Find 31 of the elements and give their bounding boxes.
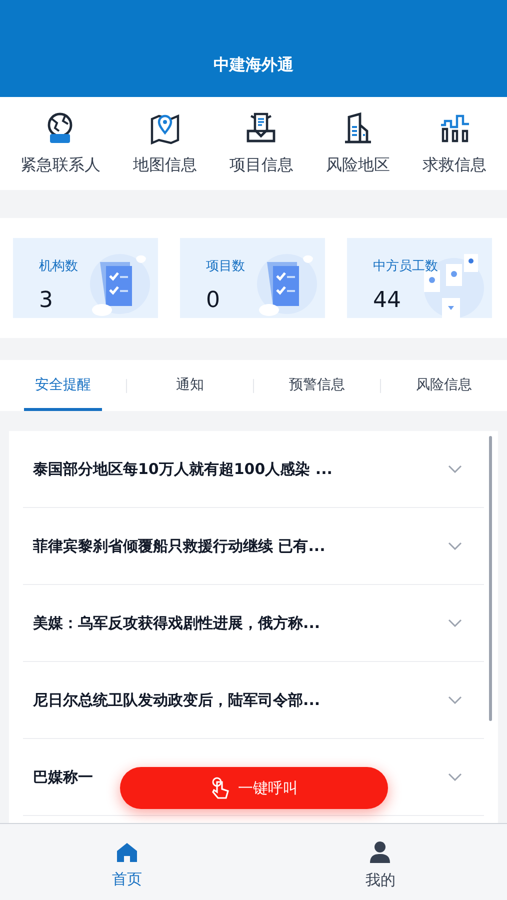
stat-label: 项目数 (206, 258, 245, 276)
nav-tab[interactable]: 首页 (0, 824, 254, 900)
news-item[interactable]: 菲律宾黎刹省倾覆船只救援行动继续 已有... (23, 508, 484, 585)
stat-label: 中方员工数 (373, 258, 438, 276)
news-title: 巴媒称一 (33, 766, 93, 788)
news-title: 菲律宾黎刹省倾覆船只救援行动继续 已有... (33, 536, 326, 557)
news-title: 美媒：乌军反攻获得戏剧性进展，俄方称... (33, 612, 320, 634)
tab[interactable]: 预警信息 (254, 360, 380, 411)
stat-card[interactable]: 项目数 0 (180, 238, 325, 318)
stat-value: 0 (206, 287, 220, 315)
stat-card[interactable]: 机构数 3 (13, 238, 158, 318)
stat-value: 3 (39, 287, 53, 315)
news-item[interactable]: 泰国部分地区每10万人就有超100人感染 ... (23, 431, 484, 508)
app-title: 中建海外通 (214, 54, 294, 76)
stat-label: 机构数 (39, 258, 78, 276)
shortcut-button[interactable]: 风险地区 (326, 110, 390, 176)
tab[interactable]: 风险信息 (381, 360, 507, 411)
stat-card[interactable]: 中方员工数 44 (347, 238, 492, 318)
shortcut-button[interactable]: 地图信息 (132, 110, 197, 176)
shortcut-button[interactable]: 求救信息 (422, 110, 487, 176)
tab[interactable]: 通知 (127, 360, 253, 411)
news-title: 尼日尔总统卫队发动政变后，陆军司令部... (33, 690, 320, 711)
news-item[interactable]: 尼日尔总统卫队发动政变后，陆军司令部... (23, 662, 484, 739)
nav-tab[interactable]: 我的 (254, 824, 507, 900)
news-title: 泰国部分地区每10万人就有超100人感染 ... (33, 458, 333, 480)
news-item[interactable]: 美媒：乌军反攻获得戏剧性进展，俄方称... (23, 585, 484, 662)
stat-value: 44 (373, 287, 401, 315)
shortcut-button[interactable]: 项目信息 (229, 110, 294, 176)
tab[interactable]: 安全提醒 (0, 360, 126, 411)
shortcut-button[interactable]: 紧急联系人 (20, 110, 100, 176)
call-button[interactable]: 一键呼叫 (120, 767, 388, 809)
